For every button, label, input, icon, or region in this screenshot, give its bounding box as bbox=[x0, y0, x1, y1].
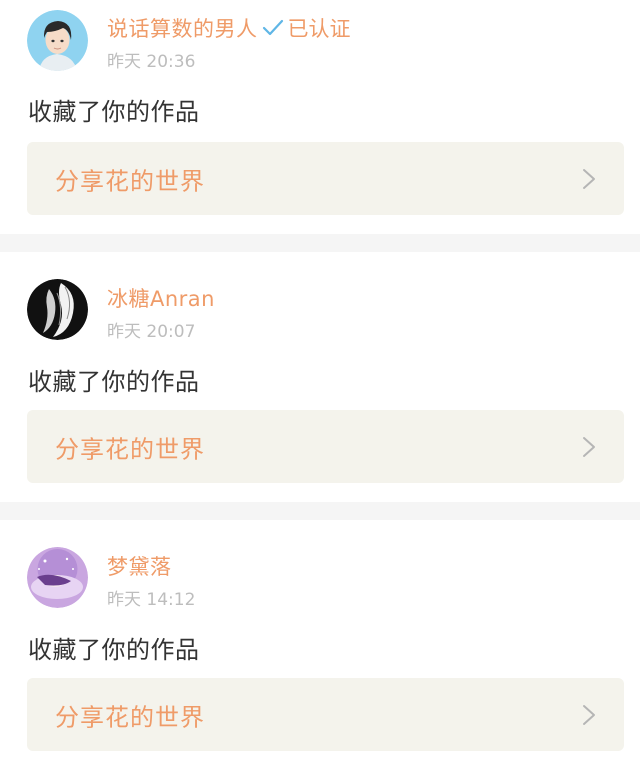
work-title: 分享花的世界 bbox=[55, 435, 205, 463]
notification-card: 冰糖Anran 昨天 20:07 收藏了你的作品 分享花的世界 bbox=[0, 252, 640, 502]
username[interactable]: 冰糖Anran bbox=[107, 283, 215, 313]
action-text: 收藏了你的作品 bbox=[28, 636, 200, 664]
action-text: 收藏了你的作品 bbox=[28, 368, 200, 396]
section-divider bbox=[0, 502, 640, 520]
username[interactable]: 说话算数的男人 bbox=[107, 13, 258, 43]
black-white-sketch-avatar-icon bbox=[27, 279, 88, 340]
notification-feed: 说话算数的男人 已认证 昨天 20:36 收藏了你的作品 分享花的世界 冰糖An… bbox=[0, 0, 640, 757]
username-row: 冰糖Anran bbox=[107, 283, 215, 313]
username[interactable]: 梦黛落 bbox=[107, 551, 172, 581]
notification-card: 梦黛落 昨天 14:12 收藏了你的作品 分享花的世界 bbox=[0, 520, 640, 757]
verified-check-icon bbox=[261, 17, 285, 39]
username-row: 说话算数的男人 已认证 bbox=[107, 13, 351, 43]
chevron-right-icon bbox=[583, 704, 595, 725]
action-text: 收藏了你的作品 bbox=[28, 98, 200, 126]
cartoon-boy-avatar-icon bbox=[27, 10, 88, 71]
avatar[interactable] bbox=[27, 547, 88, 608]
work-link[interactable]: 分享花的世界 bbox=[27, 410, 624, 483]
work-title: 分享花的世界 bbox=[55, 167, 205, 195]
timestamp: 昨天 20:36 bbox=[107, 52, 196, 72]
work-title: 分享花的世界 bbox=[55, 703, 205, 731]
chevron-right-icon bbox=[583, 168, 595, 189]
avatar[interactable] bbox=[27, 10, 88, 71]
purple-anime-avatar-icon bbox=[27, 547, 88, 608]
chevron-right-icon bbox=[583, 436, 595, 457]
notification-card: 说话算数的男人 已认证 昨天 20:36 收藏了你的作品 分享花的世界 bbox=[0, 0, 640, 234]
timestamp: 昨天 14:12 bbox=[107, 590, 196, 610]
avatar[interactable] bbox=[27, 279, 88, 340]
verified-label: 已认证 bbox=[287, 17, 351, 41]
timestamp: 昨天 20:07 bbox=[107, 322, 196, 342]
section-divider bbox=[0, 234, 640, 252]
work-link[interactable]: 分享花的世界 bbox=[27, 142, 624, 215]
username-row: 梦黛落 bbox=[107, 551, 172, 581]
work-link[interactable]: 分享花的世界 bbox=[27, 678, 624, 751]
